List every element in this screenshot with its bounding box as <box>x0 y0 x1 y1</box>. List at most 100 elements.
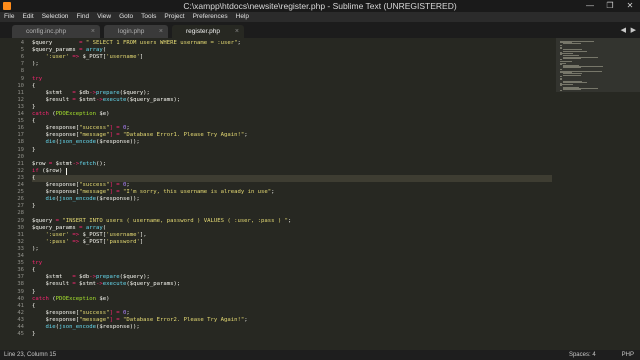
line-number: 21 <box>17 160 24 167</box>
menu-edit[interactable]: Edit <box>22 12 33 22</box>
code-line: { <box>32 83 35 90</box>
code-token: => <box>69 231 83 238</box>
code-token: ':user' <box>45 54 70 61</box>
title-bar: C:\xampp\htdocs\newsite\register.php - S… <box>0 0 640 12</box>
code-token: ] = <box>109 316 123 323</box>
menu-find[interactable]: Find <box>76 12 89 22</box>
code-token: => <box>69 238 83 245</box>
tab-register-php[interactable]: register.php × <box>172 25 244 38</box>
code-line: die(json_encode($response)); <box>32 196 139 203</box>
code-token: ($query_params); <box>126 281 181 288</box>
line-number: 38 <box>17 281 24 288</box>
code-token: $_POST <box>82 54 103 61</box>
minimap[interactable] <box>556 38 640 350</box>
code-line: die(json_encode($response)); <box>32 139 139 146</box>
code-token: = <box>69 281 80 288</box>
code-token: ; <box>237 40 241 46</box>
code-token: ( <box>38 167 46 174</box>
menu-view[interactable]: View <box>97 12 111 22</box>
code-line: ); <box>32 61 39 68</box>
code-line: ); <box>32 246 39 253</box>
code-token: PDOException <box>55 111 97 117</box>
code-token: } <box>32 103 36 110</box>
code-token: PDOException <box>55 295 97 302</box>
code-token: ] <box>139 54 144 61</box>
code-token: $row <box>45 167 59 174</box>
code-token: = <box>52 40 86 46</box>
code-line: catch (PDOException $e) <box>32 111 110 118</box>
menu-selection[interactable]: Selection <box>42 12 69 22</box>
menu-preferences[interactable]: Preferences <box>193 12 228 22</box>
line-number: 33 <box>17 245 24 252</box>
tab-scroll-right-icon[interactable]: ▶ <box>631 27 636 34</box>
indentation-setting[interactable]: Spaces: 4 <box>569 350 596 360</box>
line-number: 18 <box>17 139 24 146</box>
code-token: $query_params <box>32 224 76 231</box>
code-line: ':user' => $_POST['username'] <box>32 54 143 61</box>
code-token: "success" <box>79 182 110 188</box>
code-line: } <box>32 203 35 210</box>
line-number: 40 <box>17 295 24 302</box>
code-token: "message" <box>79 132 110 139</box>
tab-scroll-left-icon[interactable]: ◀ <box>621 27 626 34</box>
code-token: { <box>32 302 36 309</box>
line-number: 19 <box>17 146 24 153</box>
code-token: $db <box>79 274 90 281</box>
line-number: 10 <box>17 82 24 89</box>
minimap-line <box>563 67 581 69</box>
code-token: $query_params <box>32 47 76 54</box>
code-token: { <box>32 267 36 274</box>
menu-help[interactable]: Help <box>236 12 249 22</box>
code-token: { <box>32 174 36 181</box>
code-token: ] = <box>109 182 123 188</box>
code-token: $response <box>45 309 76 316</box>
line-number: 36 <box>17 267 24 274</box>
line-number-gutter: 4 5 6 7 8 9 10 11 12 13 14 15 16 17 18 19 20 21 22 23 24 25 26… <box>0 38 28 350</box>
code-token: ); <box>32 245 39 252</box>
code-line: $response["message"] = "I'm sorry, this … <box>32 189 274 196</box>
tab-close-icon[interactable]: × <box>91 25 95 38</box>
code-token: json_encode <box>58 324 97 330</box>
code-token: ; <box>126 309 130 316</box>
menu-file[interactable]: File <box>4 12 14 22</box>
syntax-mode[interactable]: PHP <box>622 350 634 360</box>
code-token: $stmt <box>79 96 97 103</box>
tab-login-php[interactable]: login.php × <box>104 25 168 38</box>
code-token: execute <box>102 281 127 288</box>
tab-config-inc-php[interactable]: config.inc.php × <box>12 25 100 38</box>
code-token: ':user' <box>45 231 70 238</box>
code-token: ':pass' <box>45 238 70 245</box>
code-line: try <box>32 260 42 267</box>
code-line: die(json_encode($response)); <box>32 324 139 331</box>
line-number: 12 <box>17 96 24 103</box>
line-number: 42 <box>17 309 24 316</box>
maximize-button[interactable]: ❐ <box>600 0 620 12</box>
line-number: 22 <box>17 167 24 174</box>
line-number: 30 <box>17 224 24 231</box>
minimize-button[interactable]: — <box>580 0 600 12</box>
menu-goto[interactable]: Goto <box>119 12 133 22</box>
code-token: } <box>32 203 36 210</box>
code-line: $query_params = array( <box>32 47 106 54</box>
close-window-button[interactable]: ✕ <box>620 0 640 12</box>
code-token: execute <box>102 96 127 103</box>
line-number: 5 <box>20 47 24 54</box>
minimap-line <box>560 63 562 65</box>
tab-close-icon[interactable]: × <box>235 25 239 38</box>
menu-tools[interactable]: Tools <box>141 12 156 22</box>
code-token: ; <box>244 316 248 323</box>
code-token: -> <box>96 96 103 103</box>
code-token: catch <box>32 111 49 117</box>
menu-project[interactable]: Project <box>164 12 184 22</box>
code-token: $response <box>45 125 76 132</box>
tab-close-icon[interactable]: × <box>159 25 163 38</box>
line-number: 31 <box>17 231 24 238</box>
code-line: { <box>32 118 35 125</box>
line-number: 24 <box>17 182 24 188</box>
line-number: 4 <box>20 40 24 46</box>
code-editor[interactable]: $query = " SELECT 1 FROM users WHERE use… <box>32 38 552 350</box>
